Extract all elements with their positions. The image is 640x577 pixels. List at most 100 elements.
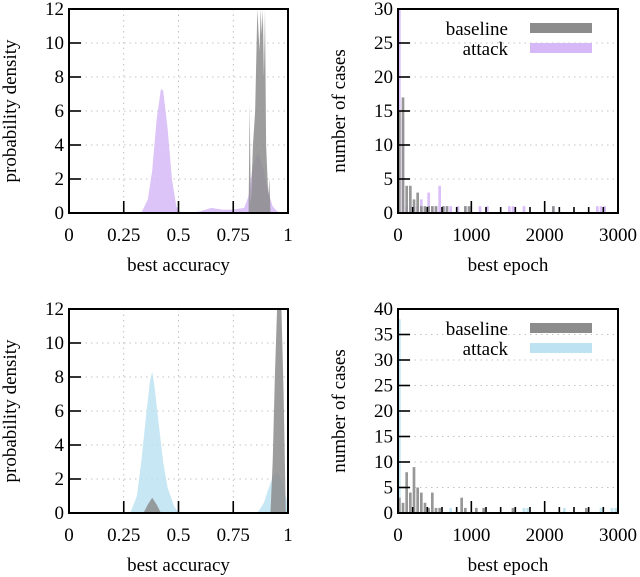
x-tick-label: 0.5	[167, 525, 191, 546]
y-tick-label: 20	[374, 401, 393, 422]
x-tick-label: 1000	[452, 525, 490, 546]
y-tick-label: 15	[374, 427, 393, 448]
y-axis-label: probability density	[0, 339, 21, 483]
y-tick-label: 0	[55, 203, 65, 224]
bar-baseline	[412, 467, 416, 513]
x-tick-label: 0.25	[107, 525, 140, 546]
legend-label-baseline: baseline	[446, 19, 508, 40]
x-tick-label: 0	[393, 525, 403, 546]
x-tick-label: 1	[283, 525, 293, 546]
x-tick-label: 0.5	[167, 225, 191, 246]
y-tick-label: 2	[55, 469, 65, 490]
legend: baselineattack	[446, 319, 592, 360]
bar-baseline	[460, 497, 463, 513]
bar-attack	[478, 206, 482, 213]
legend-swatch-attack	[530, 343, 592, 353]
y-tick-label: 30	[374, 350, 393, 371]
bar-baseline	[431, 492, 434, 513]
y-tick-label: 5	[384, 169, 394, 190]
y-tick-label: 6	[55, 401, 65, 422]
bar-baseline	[405, 185, 408, 213]
bar-baseline	[431, 206, 434, 213]
bar-attack	[599, 206, 603, 213]
bar-baseline	[467, 206, 471, 213]
bar-baseline	[420, 206, 423, 213]
legend-label-attack: attack	[463, 39, 509, 60]
y-tick-label: 4	[55, 435, 65, 456]
y-tick-label: 25	[374, 376, 393, 397]
y-tick-label: 8	[55, 67, 65, 88]
y-tick-label: 25	[374, 33, 393, 54]
chart-top-right: 0 5 10 15 20 25 30 0 1000 2000 3000 best epoch numbe…	[329, 0, 637, 276]
x-tick-label: 1	[283, 225, 293, 246]
legend-label-attack: attack	[463, 339, 509, 360]
y-tick-label: 10	[374, 452, 393, 473]
bar-baseline	[423, 206, 427, 213]
x-tick-label: 3000	[599, 225, 637, 246]
x-tick-label: 2000	[526, 525, 564, 546]
y-tick-label: 30	[374, 0, 393, 20]
x-tick-label: 0.75	[217, 525, 250, 546]
bar-baseline	[409, 185, 412, 213]
x-tick-label: 2000	[526, 225, 564, 246]
legend: baselineattack	[446, 19, 592, 60]
y-tick-label: 10	[45, 333, 64, 354]
y-tick-label: 15	[374, 101, 393, 122]
bar-attack	[449, 206, 452, 213]
bar-attack	[596, 206, 599, 213]
bar-baseline	[416, 192, 419, 213]
bar-baseline	[552, 206, 555, 213]
chart-bottom-left: 0 2 4 6 8 10 12 0 0.25 0.5 0.75 1 best accuracy proba…	[0, 299, 293, 576]
y-tick-label: 20	[374, 67, 393, 88]
y-axis-label: number of cases	[329, 49, 350, 172]
x-tick-label: 1000	[452, 225, 490, 246]
y-tick-label: 6	[55, 101, 65, 122]
bar-baseline	[445, 206, 449, 213]
bar-attack	[508, 206, 511, 213]
bar-baseline	[401, 502, 405, 513]
chart-bottom-right: 0 5 10 15 20 25 30 35 40 0 1000 2000 3000 best epoch n…	[329, 299, 637, 576]
x-tick-label: 0.25	[107, 225, 140, 246]
density-attack	[130, 371, 288, 513]
y-tick-label: 35	[374, 325, 393, 346]
y-tick-label: 5	[384, 478, 394, 499]
x-tick-label: 3000	[599, 525, 637, 546]
x-axis-label: best epoch	[468, 555, 549, 576]
bar-baseline	[401, 97, 405, 213]
legend-swatch-baseline	[530, 323, 592, 333]
legend-swatch-baseline	[530, 23, 592, 33]
y-tick-label: 10	[374, 135, 393, 156]
plot-area	[141, 9, 282, 213]
bar-baseline	[409, 492, 412, 513]
bar-baseline	[416, 487, 419, 513]
x-tick-label: 0	[64, 525, 74, 546]
y-tick-label: 0	[384, 203, 394, 224]
legend-swatch-attack	[530, 43, 592, 53]
x-axis-label: best accuracy	[127, 555, 230, 576]
bar-baseline	[434, 206, 438, 213]
x-axis-label: best epoch	[468, 255, 549, 276]
y-tick-label: 0	[55, 503, 65, 524]
figure: 0246810120 0.25 0.5 0.75 1best accuracyproba…	[0, 0, 637, 576]
chart-top-left: 0 2 4 6 8 10 12 0 0.25 0.5 0.75 1 best accuracy proba…	[0, 0, 293, 276]
y-tick-label: 0	[384, 503, 394, 524]
x-tick-label: 0.75	[217, 225, 250, 246]
x-axis-label: best accuracy	[127, 255, 230, 276]
y-axis-label: probability density	[0, 39, 21, 183]
plot-frame	[68, 308, 289, 514]
x-tick-label: 0	[393, 225, 403, 246]
y-tick-label: 12	[45, 299, 64, 320]
y-tick-label: 40	[374, 299, 393, 320]
bar-baseline	[420, 492, 423, 513]
y-tick-label: 12	[45, 0, 64, 20]
y-tick-label: 4	[55, 135, 65, 156]
bar-attack	[522, 206, 526, 213]
x-tick-label: 0	[64, 225, 74, 246]
bar-attack	[511, 206, 515, 213]
bar-baseline	[464, 206, 467, 213]
plot-area	[130, 309, 288, 513]
legend-label-baseline: baseline	[446, 319, 508, 340]
bar-attack	[438, 185, 441, 213]
bar-baseline	[423, 502, 427, 513]
y-tick-label: 8	[55, 367, 65, 388]
